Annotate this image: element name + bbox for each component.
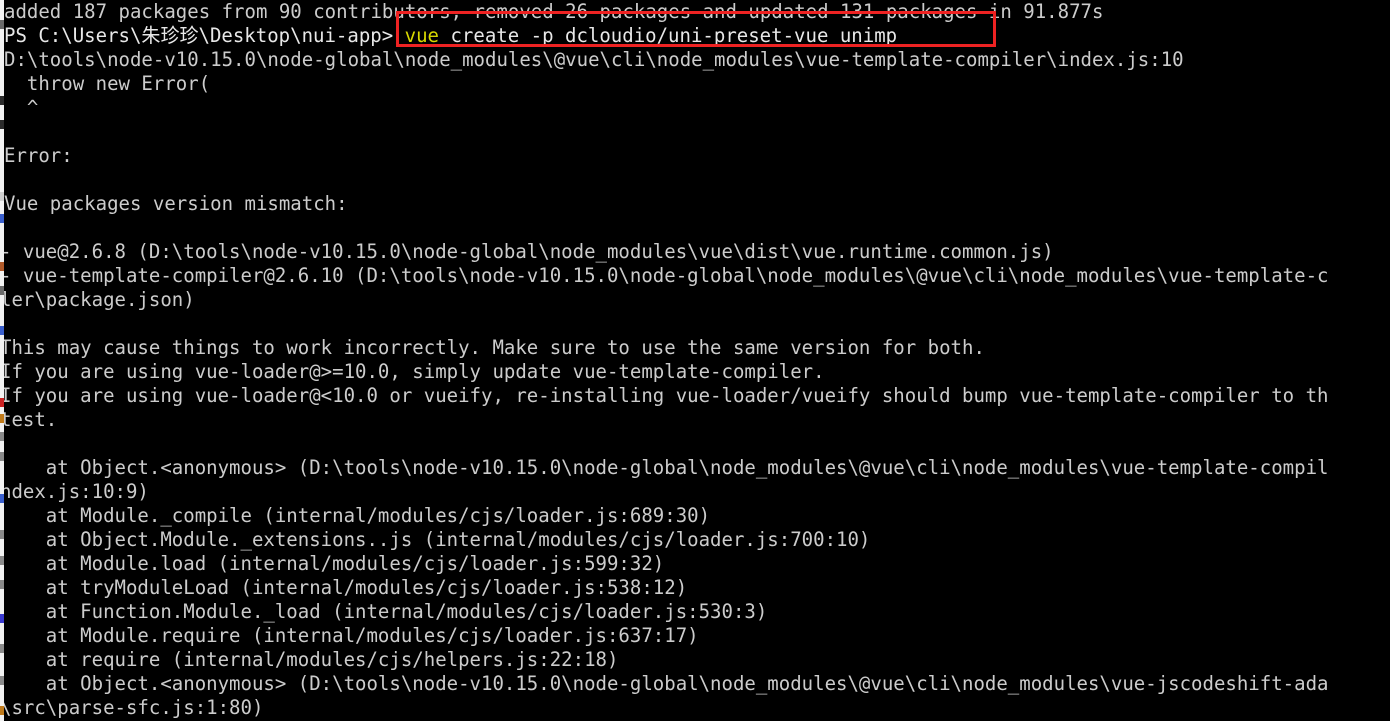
console-line-stack-9: at Object.<anonymous> (D:\tools\node-v10… [4, 672, 1329, 695]
console-line-stack-2: at Module._compile (internal/modules/cjs… [4, 504, 711, 527]
console-output[interactable]: added 187 packages from 90 contributors,… [4, 0, 1390, 721]
console-line-stack-1-wrap: ndex.js:10:9) [4, 480, 149, 503]
console-line-caret-marker: ^ [4, 96, 39, 119]
console-line-stack-6: at Function.Module._load (internal/modul… [4, 600, 768, 623]
console-line-pkg-wrap: ler\package.json) [4, 288, 195, 311]
console-line-stack-4: at Module.load (internal/modules/cjs/loa… [4, 552, 665, 575]
console-line-stack-1: at Object.<anonymous> (D:\tools\node-v10… [4, 456, 1329, 479]
console-line-stack-8: at require (internal/modules/cjs/helpers… [4, 648, 619, 671]
prompt-prefix: PS C:\Users\朱珍珍\Desktop\nui-app> [4, 24, 405, 47]
console-line-advice-3: If you are using vue-loader@<10.0 or vue… [4, 384, 1329, 407]
console-line-mismatch-heading: Vue packages version mismatch: [4, 192, 348, 215]
console-line-advice-2: If you are using vue-loader@>=10.0, simp… [4, 360, 825, 383]
console-line-advice-3-wrap: test. [4, 408, 58, 431]
console-line-error-file-path: D:\tools\node-v10.15.0\node-global\node_… [4, 48, 1184, 71]
console-line-error-label: Error: [4, 144, 73, 167]
console-line-npm-summary: added 187 packages from 90 contributors,… [4, 0, 1104, 23]
console-line-stack-7: at Module.require (internal/modules/cjs/… [4, 624, 699, 647]
console-line-advice-1: This may cause things to work incorrectl… [4, 336, 985, 359]
command-args: create -p dcloudio/uni-preset-vue unimp [439, 24, 898, 47]
console-line-throw-statement: throw new Error( [4, 72, 211, 95]
console-line-stack-3: at Object.Module._extensions..js (intern… [4, 528, 871, 551]
console-line-pkg-vue: - vue@2.6.8 (D:\tools\node-v10.15.0\node… [4, 240, 1054, 263]
terminal-screen: added 187 packages from 90 contributors,… [0, 0, 1390, 721]
console-line-pkg-vue-template-compiler: - vue-template-compiler@2.6.10 (D:\tools… [4, 264, 1329, 287]
console-line-prompt-command[interactable]: PS C:\Users\朱珍珍\Desktop\nui-app> vue cre… [4, 24, 1356, 48]
command-name: vue [404, 24, 440, 47]
console-line-stack-9-wrap: \src\parse-sfc.js:1:80) [4, 696, 264, 719]
console-line-stack-5: at tryModuleLoad (internal/modules/cjs/l… [4, 576, 688, 599]
